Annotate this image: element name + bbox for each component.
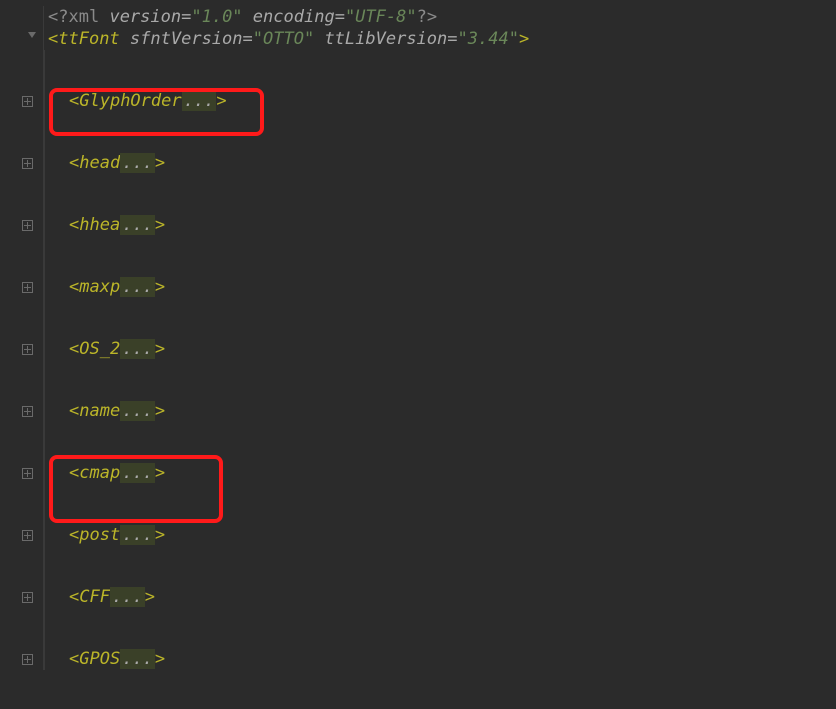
tag-close-bracket: >	[216, 91, 226, 111]
tag-open-bracket: <	[69, 215, 79, 235]
code-editor: <?xml version="1.0" encoding="UTF-8"?> <…	[0, 0, 836, 670]
tag-name: OS_2	[79, 339, 120, 359]
folded-node-glyphorder: <GlyphOrder...>	[0, 90, 836, 112]
xml-attr-encoding-key: encoding	[253, 7, 335, 27]
tag-name: CFF	[79, 587, 110, 607]
tag-name: hhea	[79, 215, 120, 235]
folded-tag-display[interactable]: <post...>	[45, 525, 165, 545]
root-attr-0-key: sfntVersion	[130, 29, 243, 49]
xml-attr-version-key: version	[109, 7, 181, 27]
blank-line	[0, 608, 836, 648]
tag-open-bracket: <	[69, 525, 79, 545]
tag-close-bracket: >	[145, 587, 155, 607]
fold-expand-icon[interactable]	[22, 468, 33, 479]
tag-close-bracket: >	[155, 401, 165, 421]
tag-open-bracket: <	[69, 649, 79, 669]
folded-ellipsis[interactable]: ...	[120, 401, 155, 421]
fold-expand-icon[interactable]	[22, 654, 33, 665]
folded-tag-display[interactable]: <OS_2...>	[45, 339, 165, 359]
tag-open-bracket: <	[69, 587, 79, 607]
folded-ellipsis[interactable]: ...	[120, 463, 155, 483]
fold-arrow-icon[interactable]	[28, 32, 36, 38]
tag-name: head	[79, 153, 120, 173]
tag-name: GPOS	[79, 649, 120, 669]
tag-name: cmap	[79, 463, 120, 483]
xml-pi-name: xml	[68, 7, 99, 27]
folded-node-maxp: <maxp...>	[0, 276, 836, 298]
folded-tag-display[interactable]: <hhea...>	[45, 215, 165, 235]
tag-close-bracket: >	[155, 277, 165, 297]
tag-open-bracket: <	[69, 91, 79, 111]
folded-node-hhea: <hhea...>	[0, 214, 836, 236]
tag-open-bracket: <	[69, 339, 79, 359]
fold-expand-icon[interactable]	[22, 282, 33, 293]
folded-tag-display[interactable]: <GlyphOrder...>	[45, 91, 227, 111]
fold-expand-icon[interactable]	[22, 406, 33, 417]
blank-line	[0, 112, 836, 152]
code-line-root: <ttFont sfntVersion="OTTO" ttLibVersion=…	[0, 28, 836, 50]
tag-close-bracket: >	[155, 463, 165, 483]
root-attr-0-val: "OTTO"	[253, 29, 314, 49]
folded-tag-display[interactable]: <cmap...>	[45, 463, 165, 483]
folded-ellipsis[interactable]: ...	[120, 277, 155, 297]
tag-name: GlyphOrder	[79, 91, 181, 111]
tag-close-bracket: >	[155, 215, 165, 235]
root-attr-1-val: "3.44"	[458, 29, 519, 49]
folded-node-head: <head...>	[0, 152, 836, 174]
folded-tag-display[interactable]: <maxp...>	[45, 277, 165, 297]
folded-ellipsis[interactable]: ...	[120, 215, 155, 235]
blank-line	[0, 50, 836, 90]
blank-line	[0, 360, 836, 400]
fold-expand-icon[interactable]	[22, 220, 33, 231]
tag-open-bracket: <	[69, 463, 79, 483]
folded-node-name: <name...>	[0, 400, 836, 422]
tag-name: maxp	[79, 277, 120, 297]
blank-line	[0, 236, 836, 276]
fold-expand-icon[interactable]	[22, 592, 33, 603]
folded-node-os_2: <OS_2...>	[0, 338, 836, 360]
root-open-bracket: <	[48, 29, 58, 49]
folded-node-cff: <CFF...>	[0, 586, 836, 608]
folded-ellipsis[interactable]: ...	[120, 153, 155, 173]
tag-name: name	[79, 401, 120, 421]
folded-tag-display[interactable]: <GPOS...>	[45, 649, 165, 669]
blank-line	[0, 298, 836, 338]
blank-line	[0, 174, 836, 214]
tag-close-bracket: >	[155, 649, 165, 669]
code-line-xml-decl: <?xml version="1.0" encoding="UTF-8"?>	[0, 6, 836, 28]
folded-nodes-container: <GlyphOrder...><head...><hhea...><maxp..…	[0, 50, 836, 670]
folded-ellipsis[interactable]: ...	[182, 91, 217, 111]
folded-tag-display[interactable]: <name...>	[45, 401, 165, 421]
xml-attr-version-val: "1.0"	[191, 7, 242, 27]
tag-open-bracket: <	[69, 277, 79, 297]
tag-close-bracket: >	[155, 525, 165, 545]
xml-attr-encoding-val: "UTF-8"	[345, 7, 417, 27]
fold-expand-icon[interactable]	[22, 344, 33, 355]
folded-ellipsis[interactable]: ...	[120, 525, 155, 545]
tag-close-bracket: >	[155, 339, 165, 359]
folded-node-post: <post...>	[0, 524, 836, 546]
tag-open-bracket: <	[69, 401, 79, 421]
folded-ellipsis[interactable]: ...	[120, 649, 155, 669]
fold-expand-icon[interactable]	[22, 530, 33, 541]
xml-pi-close: ?>	[417, 7, 437, 27]
tag-open-bracket: <	[69, 153, 79, 173]
folded-node-gpos: <GPOS...>	[0, 648, 836, 670]
fold-expand-icon[interactable]	[22, 158, 33, 169]
fold-expand-icon[interactable]	[22, 96, 33, 107]
folded-tag-display[interactable]: <CFF...>	[45, 587, 155, 607]
blank-line	[0, 422, 836, 462]
root-tag-name: ttFont	[58, 29, 119, 49]
tag-name: post	[79, 525, 120, 545]
xml-pi-open: <?	[48, 7, 68, 27]
folded-node-cmap: <cmap...>	[0, 462, 836, 484]
folded-ellipsis[interactable]: ...	[120, 339, 155, 359]
blank-line	[0, 546, 836, 586]
root-attr-1-key: ttLibVersion	[324, 29, 447, 49]
folded-tag-display[interactable]: <head...>	[45, 153, 165, 173]
root-close-bracket: >	[519, 29, 529, 49]
folded-ellipsis[interactable]: ...	[110, 587, 145, 607]
tag-close-bracket: >	[155, 153, 165, 173]
blank-line	[0, 484, 836, 524]
